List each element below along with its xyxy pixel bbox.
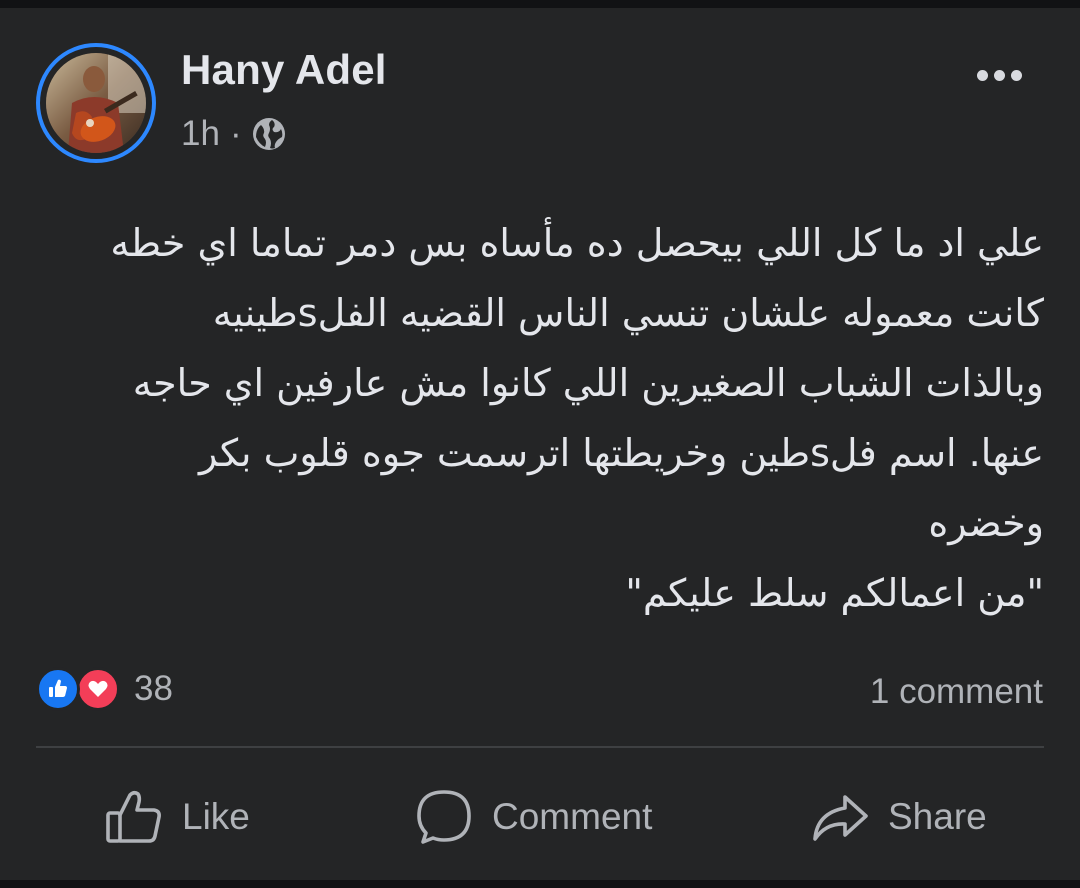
more-dot <box>976 69 988 81</box>
more-options-button[interactable] <box>970 60 1028 90</box>
comment-count[interactable]: 1 comment <box>870 672 1043 712</box>
post-text-line: وبالذات الشباب الصغيرين اللي كانوا مش عا… <box>132 361 1044 405</box>
comment-button[interactable]: Comment <box>414 782 652 852</box>
share-icon <box>810 787 888 847</box>
more-dot <box>993 69 1005 81</box>
post-text-line: وخضره <box>928 501 1044 545</box>
post-meta: 1h · <box>181 112 286 156</box>
share-label: Share <box>888 796 987 837</box>
share-button[interactable]: Share <box>810 782 987 852</box>
thumbs-up-icon <box>104 787 182 847</box>
post-text-line: عنها. اسم فلsطين وخريطتها اترسمت جوه قلو… <box>198 431 1044 475</box>
reactions-summary[interactable]: 38 <box>36 664 173 714</box>
like-button[interactable]: Like <box>104 782 250 852</box>
reaction-count: 38 <box>134 669 173 708</box>
globe-icon <box>252 117 286 151</box>
post-time[interactable]: 1h <box>181 114 220 154</box>
avatar-photo <box>46 53 146 153</box>
author-name[interactable]: Hany Adel <box>181 46 387 94</box>
avatar[interactable] <box>36 43 156 163</box>
post-text-line: كانت معموله علشان تنسي الناس القضيه الفل… <box>212 291 1044 335</box>
post-card: Hany Adel 1h · علي اد ما كل اللي بيحصل د… <box>0 8 1080 880</box>
comment-icon <box>414 787 492 847</box>
meta-separator: · <box>229 114 242 153</box>
like-reaction-icon <box>36 667 80 711</box>
post-text-line: "من اعمالكم سلط عليكم" <box>625 571 1044 615</box>
post-text: علي اد ما كل اللي بيحصل ده مأساه بس دمر … <box>40 208 1044 628</box>
like-label: Like <box>182 796 250 837</box>
love-reaction-icon <box>76 667 120 711</box>
divider <box>36 746 1044 748</box>
more-dot <box>1010 69 1022 81</box>
post-text-line: علي اد ما كل اللي بيحصل ده مأساه بس دمر … <box>110 221 1044 265</box>
comment-label: Comment <box>492 796 653 837</box>
